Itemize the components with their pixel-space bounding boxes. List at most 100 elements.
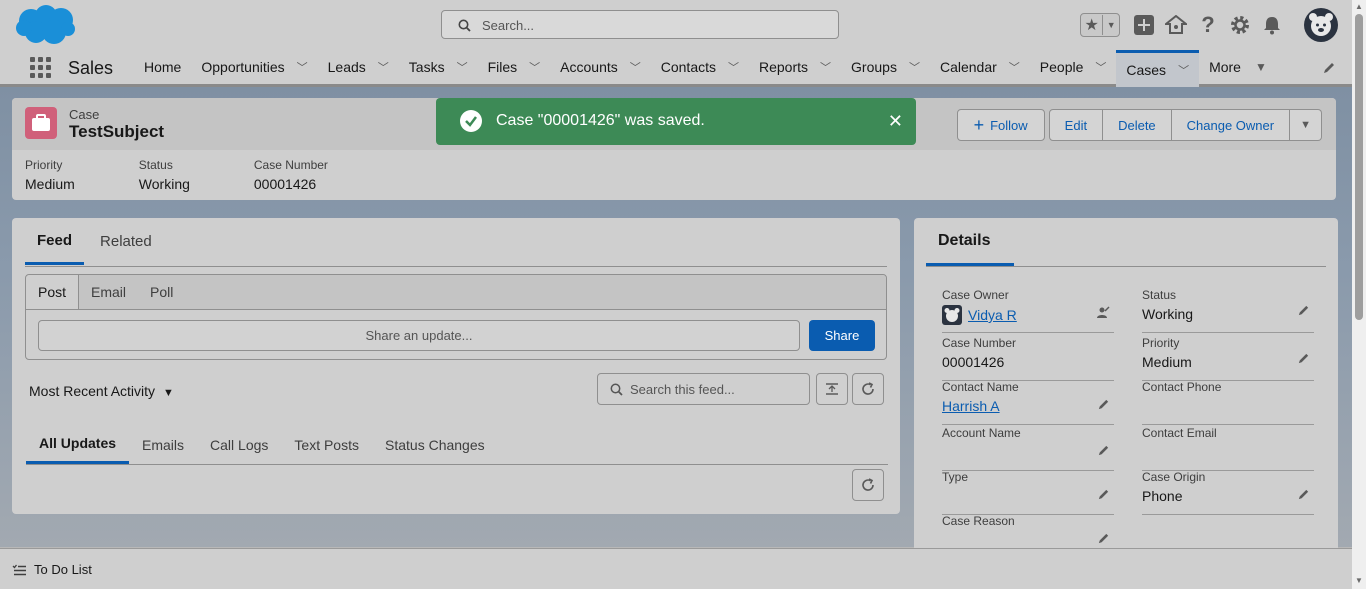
- tab-poll[interactable]: Poll: [138, 275, 185, 309]
- global-search[interactable]: [441, 10, 839, 39]
- nav-item-files[interactable]: Files ﹀: [478, 50, 551, 84]
- page-scrollbar[interactable]: ▲ ▼: [1352, 0, 1366, 589]
- chevron-down-icon[interactable]: ﹀: [728, 59, 739, 75]
- nav-item-accounts[interactable]: Accounts ﹀: [550, 50, 651, 84]
- pencil-icon[interactable]: [1097, 444, 1110, 460]
- case-owner-link[interactable]: Vidya R: [968, 307, 1017, 323]
- share-update-input[interactable]: Share an update...: [38, 320, 800, 351]
- pencil-icon[interactable]: [1097, 488, 1110, 504]
- nav-item-more[interactable]: More ▼: [1199, 50, 1277, 84]
- record-object-label: Case: [69, 107, 100, 122]
- detail-contact-email: Contact Email: [1142, 426, 1314, 471]
- sort-label: Most Recent Activity: [29, 383, 156, 399]
- field-label: Case Reason: [942, 514, 1015, 528]
- edit-button[interactable]: Edit: [1048, 109, 1104, 141]
- nav-item-calendar[interactable]: Calendar ﹀: [930, 50, 1030, 84]
- detail-case-number: Case Number 00001426: [942, 336, 1114, 381]
- chevron-down-icon[interactable]: ▼: [1103, 20, 1119, 30]
- chevron-down-icon[interactable]: ﹀: [630, 59, 641, 75]
- help-icon[interactable]: ?: [1196, 12, 1220, 37]
- pencil-icon[interactable]: [1097, 532, 1110, 548]
- pencil-icon[interactable]: [1097, 398, 1110, 414]
- tab-all-updates[interactable]: All Updates: [26, 425, 130, 464]
- gear-icon[interactable]: [1228, 13, 1252, 37]
- nav-item-home[interactable]: Home: [134, 50, 191, 84]
- chevron-down-icon[interactable]: ﹀: [297, 59, 308, 75]
- close-icon[interactable]: ✕: [888, 111, 903, 132]
- chevron-down-icon[interactable]: ﹀: [457, 59, 468, 75]
- sort-dropdown[interactable]: Most Recent Activity ▼: [29, 383, 174, 399]
- scroll-up-icon[interactable]: ▲: [1355, 2, 1363, 11]
- pencil-icon[interactable]: [1297, 304, 1310, 320]
- feed-card: Feed Related Post Email Poll Share an up…: [12, 218, 900, 514]
- delete-button[interactable]: Delete: [1103, 109, 1172, 141]
- tab-post[interactable]: Post: [26, 275, 80, 309]
- tab-call-logs[interactable]: Call Logs: [197, 425, 281, 464]
- app-launcher-icon[interactable]: [30, 57, 51, 78]
- nav-item-cases[interactable]: Cases ﹀: [1116, 50, 1200, 87]
- chevron-down-icon[interactable]: ﹀: [378, 59, 389, 75]
- refresh-feed-icon[interactable]: [852, 469, 884, 501]
- global-search-input[interactable]: [480, 15, 824, 36]
- detail-status: Status Working: [1142, 288, 1314, 333]
- tab-feed[interactable]: Feed: [25, 218, 85, 265]
- tab-details[interactable]: Details: [926, 218, 1014, 266]
- nav-item-groups[interactable]: Groups ﹀: [841, 50, 930, 84]
- tab-text-posts[interactable]: Text Posts: [281, 425, 372, 464]
- nav-item-contacts[interactable]: Contacts ﹀: [651, 50, 749, 84]
- success-toast: Case "00001426" was saved. ✕: [436, 98, 916, 145]
- nav-item-leads[interactable]: Leads ﹀: [318, 50, 399, 84]
- chevron-down-icon[interactable]: ﹀: [909, 59, 920, 75]
- share-button[interactable]: Share: [809, 320, 875, 351]
- chevron-down-icon[interactable]: ﹀: [529, 59, 540, 75]
- app-name: Sales: [68, 58, 114, 78]
- chevron-down-icon[interactable]: ﹀: [1009, 59, 1020, 75]
- nav-item-tasks[interactable]: Tasks ﹀: [399, 50, 478, 84]
- field-label: Status: [138, 158, 173, 172]
- trailhead-icon[interactable]: [1164, 13, 1188, 37]
- pencil-icon[interactable]: [1297, 488, 1310, 504]
- change-owner-button[interactable]: Change Owner: [1171, 109, 1291, 141]
- owner-avatar: [942, 305, 962, 325]
- contact-name-link[interactable]: Harrish A: [942, 398, 1114, 414]
- feed-search[interactable]: Search this feed...: [597, 373, 810, 405]
- more-actions-button[interactable]: ▼: [1290, 109, 1322, 141]
- tab-related[interactable]: Related: [88, 218, 164, 265]
- scrollbar-thumb[interactable]: [1355, 14, 1363, 320]
- nav-item-opportunities[interactable]: Opportunities ﹀: [191, 50, 317, 84]
- nav-item-label: Contacts: [660, 59, 716, 75]
- pencil-icon[interactable]: [1297, 352, 1310, 368]
- change-owner-icon[interactable]: [1096, 306, 1110, 323]
- tab-email[interactable]: Email: [79, 275, 138, 309]
- checklist-icon: [12, 564, 26, 575]
- bell-icon[interactable]: [1260, 13, 1284, 37]
- favorites-button[interactable]: ★ ▼: [1080, 13, 1120, 37]
- utility-bar: To Do List: [0, 548, 1352, 589]
- details-card: Details Case Owner Vidya R Case Number 0…: [914, 218, 1338, 558]
- detail-contact-phone: Contact Phone: [1142, 380, 1314, 425]
- app-nav-bar: Sales Home Opportunities ﹀ Leads ﹀ Tasks ﹀ …: [0, 50, 1352, 87]
- nav-item-people[interactable]: People ﹀: [1030, 50, 1117, 84]
- todo-list-button[interactable]: To Do List: [12, 562, 92, 577]
- chevron-down-icon[interactable]: ﹀: [1178, 62, 1189, 78]
- chevron-down-icon[interactable]: ﹀: [820, 59, 831, 75]
- field-value: 00001426: [942, 354, 1005, 370]
- global-add-icon[interactable]: [1132, 13, 1156, 37]
- tab-emails[interactable]: Emails: [129, 425, 197, 464]
- chevron-down-icon[interactable]: ﹀: [1095, 59, 1106, 75]
- highlight-case-number: Case Number 00001426: [254, 158, 328, 192]
- refresh-icon[interactable]: [852, 373, 884, 405]
- follow-button[interactable]: + Follow: [956, 109, 1045, 141]
- collapse-all-icon[interactable]: [816, 373, 848, 405]
- detail-case-owner: Case Owner Vidya R: [942, 288, 1114, 333]
- scroll-down-icon[interactable]: ▼: [1355, 576, 1363, 585]
- caret-down-icon[interactable]: ▼: [1255, 60, 1267, 74]
- follow-label: Follow: [990, 117, 1028, 133]
- field-label: Contact Name: [942, 380, 1019, 394]
- tab-status-changes[interactable]: Status Changes: [372, 425, 498, 464]
- salesforce-logo[interactable]: [14, 4, 76, 46]
- nav-item-reports[interactable]: Reports ﹀: [749, 50, 841, 84]
- success-check-icon: [460, 110, 482, 132]
- user-avatar[interactable]: [1304, 8, 1338, 42]
- edit-nav-icon[interactable]: [1322, 61, 1336, 78]
